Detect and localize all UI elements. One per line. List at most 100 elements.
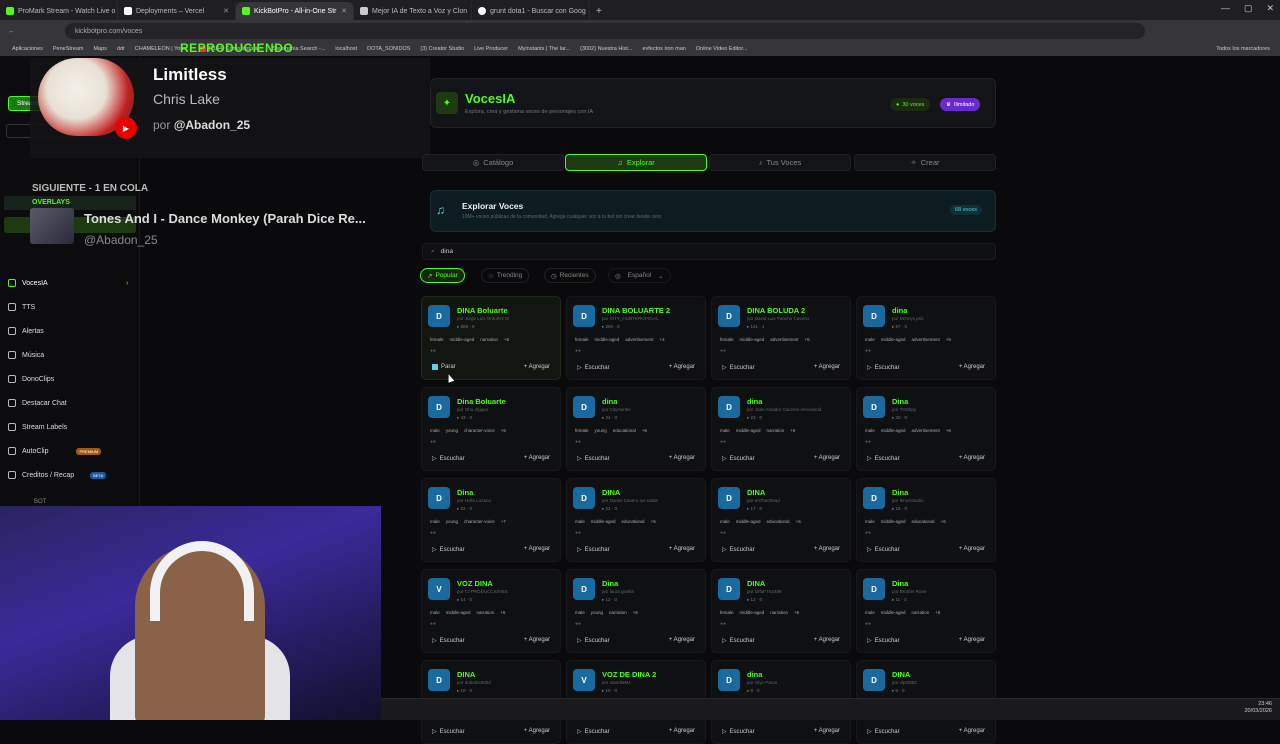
- maximize-icon[interactable]: ▢: [1244, 3, 1253, 14]
- listen-button[interactable]: ▷Escuchar: [432, 728, 465, 735]
- voice-card[interactable]: Ddinapor CityHunter▸ 24 · 0femaleyounged…: [566, 387, 706, 471]
- voice-card[interactable]: DDina Boluartepor Ghu Algapo▸ 43 · 0male…: [421, 387, 561, 471]
- add-voice-button[interactable]: + Agregar: [814, 364, 840, 370]
- bookmark-item[interactable]: Todos los marcadores: [1216, 46, 1270, 52]
- add-voice-button[interactable]: + Agregar: [524, 546, 550, 552]
- voice-card[interactable]: DDINApor e07be00ead▸ 17 · 0malemiddle-ag…: [711, 478, 851, 562]
- add-voice-button[interactable]: + Agregar: [959, 546, 985, 552]
- add-voice-button[interactable]: + Agregar: [524, 637, 550, 643]
- listen-button[interactable]: ▷Escuchar: [577, 728, 610, 735]
- sidebar-item-alertas[interactable]: Alertas: [8, 327, 44, 335]
- sidebar-item-creditos-recap[interactable]: Creditos / RecapBETA: [8, 471, 106, 479]
- add-voice-button[interactable]: + Agregar: [959, 728, 985, 734]
- back-icon[interactable]: ←: [8, 28, 15, 35]
- listen-button[interactable]: ▷Escuchar: [432, 455, 465, 462]
- browser-tab[interactable]: grunt dota1 - Buscar con Goog✕: [472, 2, 590, 20]
- bookmark-item[interactable]: Myinstants | The lar...: [518, 46, 570, 52]
- bookmark-item[interactable]: ddr: [117, 46, 125, 52]
- add-voice-button[interactable]: + Agregar: [669, 455, 695, 461]
- bookmark-item[interactable]: Online Video Editor...: [696, 46, 748, 52]
- add-voice-button[interactable]: + Agregar: [669, 728, 695, 734]
- url-field[interactable]: kickbotpro.com/voces: [65, 23, 1145, 39]
- filter-recientes[interactable]: ◷Recientes: [544, 268, 596, 283]
- bookmark-item[interactable]: PeneStream: [53, 46, 84, 52]
- voice-card[interactable]: DDinapor lenosistudio▸ 16 · 0malemiddle-…: [856, 478, 996, 562]
- tab-crear[interactable]: ✧Crear: [854, 154, 996, 171]
- listen-button[interactable]: ▷Escuchar: [867, 546, 900, 553]
- voice-card[interactable]: DDINA Boluartepor Jorge Luis Ordoñez M▸ …: [421, 296, 561, 380]
- sidebar-item-tts[interactable]: TTS: [8, 303, 35, 311]
- tab-catalogo[interactable]: ◎Catálogo: [422, 154, 564, 171]
- close-icon[interactable]: ✕: [223, 7, 229, 15]
- browser-tab[interactable]: ProMark Stream - Watch Live o✕: [0, 2, 118, 20]
- listen-button[interactable]: ▷Escuchar: [867, 728, 900, 735]
- listen-button[interactable]: ▷Escuchar: [577, 546, 610, 553]
- language-select[interactable]: ◎Español⌄: [608, 268, 671, 283]
- voice-card[interactable]: Ddinapor Juan Amador Cáceres Almonacid▸ …: [711, 387, 851, 471]
- add-voice-button[interactable]: + Agregar: [669, 546, 695, 552]
- listen-button[interactable]: ▷Escuchar: [722, 728, 755, 735]
- add-voice-button[interactable]: + Agregar: [814, 728, 840, 734]
- browser-tab[interactable]: Mejor IA de Texto a Voz y Clon✕: [354, 2, 472, 20]
- listen-button[interactable]: ▷Escuchar: [577, 364, 610, 371]
- listen-button[interactable]: ▷Escuchar: [722, 546, 755, 553]
- sidebar-item-stream-labels[interactable]: Stream Labels: [8, 423, 67, 431]
- voice-card[interactable]: DDinapor Brother Rone▸ 11 · 0malemiddle-…: [856, 569, 996, 653]
- filter-trending[interactable]: ☆Trending: [481, 268, 529, 283]
- bookmark-item[interactable]: (3) Creator Studio: [420, 46, 464, 52]
- browser-tab[interactable]: Deployments – Vercel✕: [118, 2, 236, 20]
- close-icon[interactable]: ✕: [341, 7, 347, 15]
- voice-card[interactable]: DDINApor DrfaF7S2489▸ 12 · 0femalemiddle…: [711, 569, 851, 653]
- voice-search-input[interactable]: ⌕dina: [422, 243, 996, 260]
- add-voice-button[interactable]: + Agregar: [669, 364, 695, 370]
- voice-card[interactable]: DDINA BOLUARTE 2por CITY_HUNTEROFICIAL▸ …: [566, 296, 706, 380]
- voice-card[interactable]: DDINA BOLUDA 2por David Luis Pancho Cave…: [711, 296, 851, 380]
- add-voice-button[interactable]: + Agregar: [959, 637, 985, 643]
- sidebar-item-destacar-chat[interactable]: Destacar Chat: [8, 399, 67, 407]
- add-voice-button[interactable]: + Agregar: [814, 546, 840, 552]
- bookmark-item[interactable]: Aplicaciones: [12, 46, 43, 52]
- voice-card[interactable]: DDinapor Hollo Lozano▸ 22 · 0maleyoungch…: [421, 478, 561, 562]
- listen-button[interactable]: ▷Escuchar: [722, 455, 755, 462]
- voice-card[interactable]: VVOZ DINApor TJ PRODUCCIONES▸ 14 · 0male…: [421, 569, 561, 653]
- listen-button[interactable]: ▷Escuchar: [867, 637, 900, 644]
- minimize-icon[interactable]: —: [1221, 3, 1230, 14]
- add-voice-button[interactable]: + Agregar: [959, 455, 985, 461]
- voice-card[interactable]: Ddinapor Dennys priz▸ 57 · 0malemiddle-a…: [856, 296, 996, 380]
- tab-explorar[interactable]: ♫Explorar: [565, 154, 707, 171]
- add-voice-button[interactable]: + Agregar: [524, 364, 550, 370]
- bookmark-item[interactable]: localhost: [335, 46, 357, 52]
- listen-button[interactable]: ▷Escuchar: [867, 364, 900, 371]
- listen-button[interactable]: ▷Escuchar: [722, 364, 755, 371]
- listen-button[interactable]: ▷Escuchar: [577, 455, 610, 462]
- sidebar-item-musica[interactable]: Música: [8, 351, 44, 359]
- bookmark-item[interactable]: (3002) Nuestra Hist...: [580, 46, 632, 52]
- add-voice-button[interactable]: + Agregar: [669, 637, 695, 643]
- close-window-icon[interactable]: ✕: [1266, 3, 1274, 14]
- browser-tab-active[interactable]: KickBotPro - All-in-One Str✕: [236, 2, 354, 20]
- sidebar-item-donoclips[interactable]: DonoClips: [8, 375, 54, 383]
- voice-card[interactable]: DDinapor laura gisella▸ 12 · 0maleyoungn…: [566, 569, 706, 653]
- bookmark-item[interactable]: DOTA_SONIDOS: [367, 46, 410, 52]
- listen-button[interactable]: ▷Escuchar: [432, 546, 465, 553]
- listen-button[interactable]: ▷Escuchar: [867, 455, 900, 462]
- sidebar-item-autoclip[interactable]: AutoClipPREMIUM: [8, 447, 101, 455]
- add-voice-button[interactable]: + Agregar: [814, 637, 840, 643]
- add-voice-button[interactable]: + Agregar: [959, 364, 985, 370]
- bookmark-item[interactable]: evfectos iron man: [642, 46, 685, 52]
- stop-button[interactable]: Parar: [432, 364, 456, 370]
- bookmark-item[interactable]: Maps: [93, 46, 106, 52]
- listen-button[interactable]: ▷Escuchar: [432, 637, 465, 644]
- filter-popular[interactable]: ↗Popular: [420, 268, 465, 283]
- bookmark-item[interactable]: Live Producer: [474, 46, 508, 52]
- add-voice-button[interactable]: + Agregar: [524, 455, 550, 461]
- add-voice-button[interactable]: + Agregar: [524, 728, 550, 734]
- add-voice-button[interactable]: + Agregar: [814, 455, 840, 461]
- tab-tus-voces[interactable]: ♪Tus Voces: [709, 154, 851, 171]
- voice-card[interactable]: DDINApor Daniel Cavero Iue Iatale▸ 21 · …: [566, 478, 706, 562]
- new-tab-button[interactable]: +: [590, 2, 608, 20]
- sidebar-item-vocesia[interactable]: VocesIA›: [8, 279, 48, 287]
- listen-button[interactable]: ▷Escuchar: [577, 637, 610, 644]
- listen-button[interactable]: ▷Escuchar: [722, 637, 755, 644]
- voice-card[interactable]: DDinapor TOShpy▸ 20 · 0malemiddle-agedad…: [856, 387, 996, 471]
